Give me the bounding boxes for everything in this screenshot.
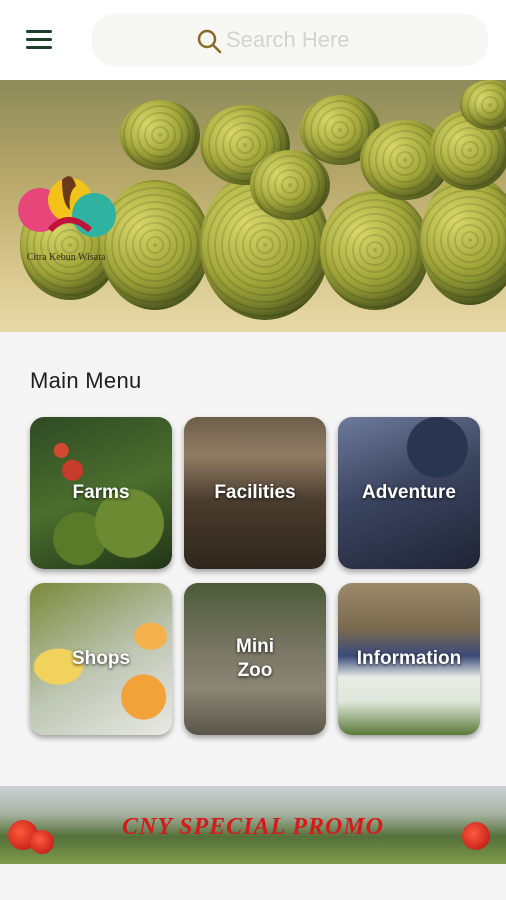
cny-promo-banner[interactable]: CNY SPECIAL PROMO: [0, 786, 506, 864]
hamburger-menu-icon[interactable]: [24, 28, 56, 52]
search-icon: [197, 29, 222, 54]
main-menu-title: Main Menu: [30, 368, 142, 393]
search-input[interactable]: [226, 24, 466, 56]
menu-tile-farms[interactable]: Farms: [30, 417, 172, 569]
menu-tile-adventure[interactable]: Adventure: [338, 417, 480, 569]
menu-tile-mini-zoo[interactable]: Mini Zoo: [184, 583, 326, 735]
menu-tile-label: Mini Zoo: [236, 636, 274, 681]
menu-tile-label: Adventure: [362, 482, 456, 503]
menu-tile-label: Information: [356, 648, 462, 669]
menu-tile-label: Shops: [71, 648, 131, 669]
logo-caption: Citra Kebun Wisata: [27, 252, 106, 263]
menu-tile-label: Farms: [72, 482, 130, 503]
menu-tile-label: Facilities: [214, 482, 296, 503]
app-header: [0, 0, 506, 80]
citra-kebun-wisata-logo: Citra Kebun Wisata: [18, 176, 116, 263]
promo-text: CNY SPECIAL PROMO: [122, 814, 384, 840]
search-bar[interactable]: [92, 14, 488, 66]
hero-banner-image: Citra Kebun Wisata: [0, 80, 506, 332]
menu-tile-information[interactable]: Information: [338, 583, 480, 735]
menu-tile-shops[interactable]: Shops: [30, 583, 172, 735]
menu-tile-facilities[interactable]: Facilities: [184, 417, 326, 569]
